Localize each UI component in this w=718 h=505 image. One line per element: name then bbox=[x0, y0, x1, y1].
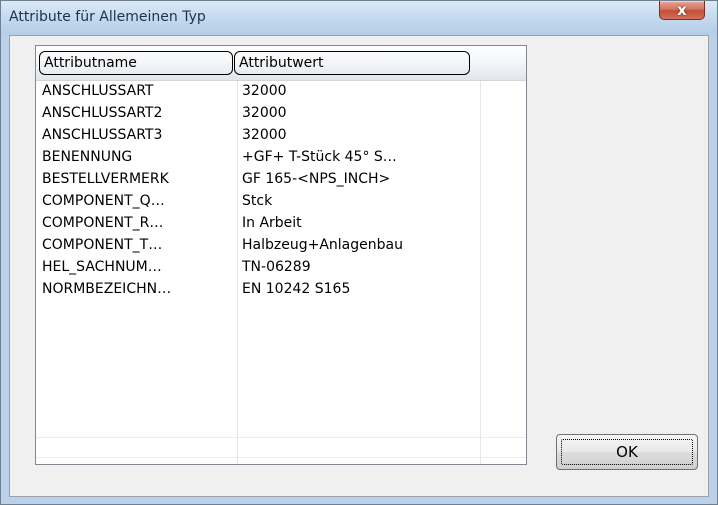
row-divider bbox=[36, 457, 526, 458]
table-row[interactable]: ANSCHLUSSART3 32000 bbox=[36, 125, 526, 147]
table-row[interactable]: COMPONENT_Q… Stck bbox=[36, 191, 526, 213]
title-bar[interactable]: Attribute für Allemeinen Typ x bbox=[1, 1, 717, 35]
table-row[interactable]: ANSCHLUSSART 32000 bbox=[36, 81, 526, 103]
attribute-name: ANSCHLUSSART bbox=[42, 83, 154, 99]
close-icon: x bbox=[677, 1, 687, 19]
attribute-value: TN-06289 bbox=[242, 259, 311, 275]
column-header-attribute-name[interactable]: Attributname bbox=[39, 51, 233, 75]
empty-row bbox=[36, 345, 526, 367]
attribute-value: GF 165-<NPS_INCH> bbox=[242, 171, 391, 187]
row-divider bbox=[36, 437, 526, 438]
attribute-value: 32000 bbox=[242, 83, 287, 99]
attribute-name: HEL_SACHNUM… bbox=[42, 259, 162, 275]
attribute-name: BESTELLVERMERK bbox=[42, 171, 169, 187]
list-rows: ANSCHLUSSART 32000 ANSCHLUSSART2 32000 ANS… bbox=[36, 81, 526, 367]
close-button[interactable]: x bbox=[659, 1, 705, 20]
table-row[interactable]: COMPONENT_R… In Arbeit bbox=[36, 213, 526, 235]
attribute-name: NORMBEZEICHN… bbox=[42, 281, 172, 297]
empty-row bbox=[36, 323, 526, 345]
attribute-list[interactable]: Attributname Attributwert ANSCHLUSSART 32… bbox=[35, 45, 527, 465]
attribute-name: ANSCHLUSSART3 bbox=[42, 127, 163, 143]
attribute-value: Stck bbox=[242, 193, 273, 209]
attribute-name: BENENNUNG bbox=[42, 149, 133, 165]
attribute-name: COMPONENT_R… bbox=[42, 215, 164, 231]
attribute-name: COMPONENT_Q… bbox=[42, 193, 165, 209]
table-row[interactable]: ANSCHLUSSART2 32000 bbox=[36, 103, 526, 125]
attribute-value: +GF+ T-Stück 45° S… bbox=[242, 149, 397, 165]
table-row[interactable]: COMPONENT_T… Halbzeug+Anlagenbau bbox=[36, 235, 526, 257]
column-header-attribute-value[interactable]: Attributwert bbox=[234, 51, 470, 75]
attribute-value: Halbzeug+Anlagenbau bbox=[242, 237, 403, 253]
ok-button-label: OK bbox=[616, 443, 638, 461]
attribute-value: In Arbeit bbox=[242, 215, 302, 231]
attribute-value: 32000 bbox=[242, 127, 287, 143]
ok-button[interactable]: OK bbox=[556, 434, 698, 470]
list-header: Attributname Attributwert bbox=[36, 46, 526, 81]
table-row[interactable]: NORMBEZEICHN… EN 10242 S165 bbox=[36, 279, 526, 301]
attribute-name: ANSCHLUSSART2 bbox=[42, 105, 163, 121]
attribute-value: EN 10242 S165 bbox=[242, 281, 351, 297]
table-row[interactable]: BESTELLVERMERK GF 165-<NPS_INCH> bbox=[36, 169, 526, 191]
empty-row bbox=[36, 301, 526, 323]
attribute-value: 32000 bbox=[242, 105, 287, 121]
table-row[interactable]: HEL_SACHNUM… TN-06289 bbox=[36, 257, 526, 279]
window-title: Attribute für Allemeinen Typ bbox=[9, 9, 206, 25]
attribute-name: COMPONENT_T… bbox=[42, 237, 163, 253]
dialog-window: Attribute für Allemeinen Typ x Attributn… bbox=[0, 0, 718, 505]
table-row[interactable]: BENENNUNG +GF+ T-Stück 45° S… bbox=[36, 147, 526, 169]
